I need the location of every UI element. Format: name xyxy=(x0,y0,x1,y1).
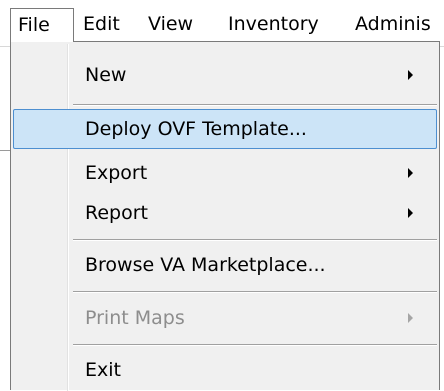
menu-item-deploy-ovf-template[interactable]: Deploy OVF Template... xyxy=(13,109,437,149)
menu-separator xyxy=(73,291,437,293)
chevron-right-icon xyxy=(408,70,413,80)
menu-item-export[interactable]: Export xyxy=(13,153,437,193)
menu-item-exit-label: Exit xyxy=(85,359,121,381)
chevron-right-icon xyxy=(408,313,413,323)
chevron-right-icon xyxy=(408,208,413,218)
menu-administration[interactable]: Adminis xyxy=(355,13,431,35)
menu-item-print-maps: Print Maps xyxy=(13,298,437,338)
menu-item-new-label: New xyxy=(85,64,127,86)
menu-bar: File Edit View Inventory Adminis xyxy=(0,0,444,47)
menu-item-deploy-ovf-template-label: Deploy OVF Template... xyxy=(85,118,307,140)
file-dropdown-menu: New Deploy OVF Template... Export Report… xyxy=(10,41,440,391)
chevron-right-icon xyxy=(408,168,413,178)
menu-item-print-maps-label: Print Maps xyxy=(85,307,185,329)
menu-item-browse-va-marketplace-label: Browse VA Marketplace... xyxy=(85,254,326,276)
menu-separator xyxy=(73,344,437,346)
menu-edit[interactable]: Edit xyxy=(83,13,120,35)
menu-item-exit[interactable]: Exit xyxy=(13,350,437,390)
menu-separator xyxy=(73,104,437,106)
menu-item-report-label: Report xyxy=(85,202,148,224)
menu-item-report[interactable]: Report xyxy=(13,193,437,233)
menu-separator xyxy=(73,239,437,241)
menu-inventory[interactable]: Inventory xyxy=(228,13,319,35)
menu-item-new[interactable]: New xyxy=(13,55,437,95)
menu-item-export-label: Export xyxy=(85,162,148,184)
menu-view[interactable]: View xyxy=(148,13,193,35)
pane-divider xyxy=(0,150,10,151)
menu-file[interactable]: File xyxy=(10,8,74,42)
menu-item-browse-va-marketplace[interactable]: Browse VA Marketplace... xyxy=(13,245,437,285)
